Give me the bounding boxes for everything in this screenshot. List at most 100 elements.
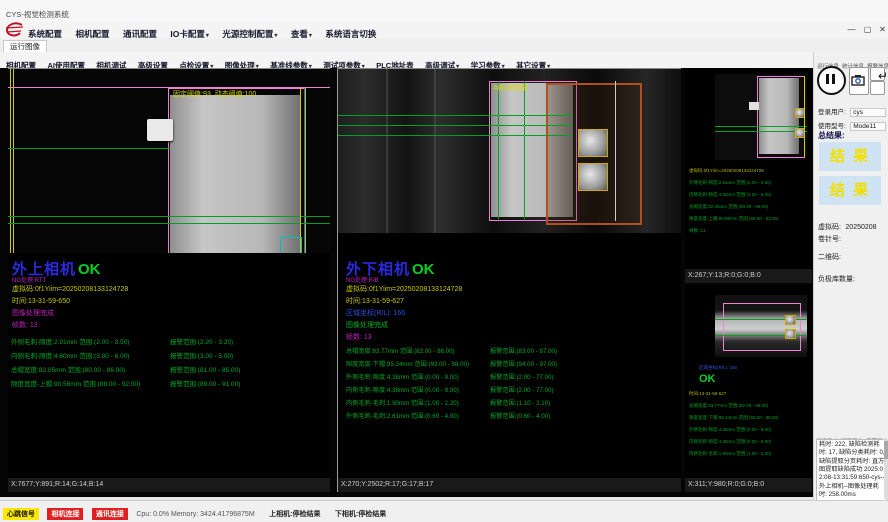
menu-item-view[interactable]: 查看▾ [291, 28, 312, 40]
time-line: 时间:13-31-59-650 [12, 296, 70, 306]
qr-code-label: 二维码: [818, 252, 841, 262]
thumb-ok-label: OK [699, 373, 716, 385]
roi-rect-pink [723, 303, 801, 351]
ai-overlay-label: AI检测图像 [493, 83, 528, 93]
window-title: CYS-视觉检测系统 [6, 9, 69, 20]
thumb-text-line: 隙度宽度-下帽:95.24mm 范围:(93.00 - 98.00) [689, 415, 779, 421]
thumb-text-line: 内侧毛刺-毛刺:1.90mm 范围:(1.00 - 2.20) [689, 451, 771, 457]
pixel-coords: X:7677;Y:891;R:14;G:14;B:14 [11, 481, 103, 488]
result-ok-label: OK [78, 261, 101, 278]
pause-button[interactable] [817, 66, 846, 95]
comm-connection-badge: 通讯连接 [92, 508, 128, 520]
measure-line-green [8, 223, 330, 224]
lower-camera-status: 下相机:停检结果 [335, 511, 386, 518]
log-scrollbar[interactable] [884, 439, 888, 499]
capture-button[interactable] [849, 67, 869, 95]
chevron-down-icon: ▾ [206, 33, 209, 39]
thumbnail-image-bottom[interactable] [715, 295, 807, 357]
camera-connection-badge: 相机连接 [47, 508, 83, 520]
measure-line-green [338, 135, 573, 136]
pixel-coords-bar: X:270;Y:2502;R:17;G:17;B:17 [338, 478, 681, 492]
pin-number-label: 卷针号: [818, 234, 841, 244]
camera-image-outer-upper[interactable]: 固定阈值:93, 动态阈值:100 [8, 68, 330, 253]
main-canvas: 固定阈值:93, 动态阈值:100 外上相机OK NG处理:RTT 虚拟码:0f… [0, 68, 813, 497]
sidebar: 运行信息统计信息报警信息 ↵ 登录用户: cys 使用型号: Mode11 总结… [813, 52, 888, 500]
log-text-area[interactable]: 耗时: 222, 缺陷检测耗时: 17, 缺陷分类耗时: 0, 缺陷提取分页耗时… [816, 439, 888, 501]
machine-edge-line [386, 69, 388, 233]
panel-camera-outer-upper[interactable]: 固定阈值:93, 动态阈值:100 外上相机OK NG处理:RTT 虚拟码:0f… [8, 68, 330, 492]
close-button[interactable]: ✕ [876, 24, 888, 36]
panel-camera-outer-lower[interactable]: AI检测图像 外下相机OK NG处理:R/B 虚拟码:0f1Yiim=20250… [337, 68, 681, 492]
barcode-line: 虚拟码:0f1Yiim=20250208133124728 [346, 284, 462, 294]
measure-line-green [715, 126, 807, 127]
menu-item-camera-config[interactable]: 相机配置 [75, 28, 109, 40]
thumb-text-line: 时间:13-31-59-627 [689, 391, 726, 397]
panel-thumbnail-bottom[interactable]: 区域坐标(R/L): 166 OK 时间:13-31-59-627 总帽宽度:8… [685, 285, 812, 492]
toolbar: 相机配置 AI使用配置 相机调试 高级设置 点检设置▾ 图像处理▾ 基准线参数▾… [0, 52, 813, 69]
return-arrow-button[interactable]: ↵ [878, 69, 888, 83]
menu-item-system-config[interactable]: 系统配置 [28, 28, 62, 40]
thumb-text-line: 总帽宽度:83.77mm 范围:(82.00 - 88.00) [689, 403, 768, 409]
frame-count-line: 帧数: 13 [12, 320, 38, 330]
yellow-guide-line [13, 69, 14, 253]
pixel-coords: X:267;Y:13;R:0;G:0;B:0 [688, 272, 761, 279]
menu-item-language[interactable]: 系统语言切换 [325, 28, 376, 40]
panel-thumbnail-top[interactable]: 虚拟码:0f1Yiim=20250208133124728 外侧毛刺-隙度:2.… [685, 68, 812, 283]
tab-row: 运行图像 [0, 39, 888, 53]
process-done-line: 图像处理完成 [12, 308, 54, 318]
measurement-row: 内侧毛刺-隙度:4.60mm 范围:(3.00 - 6.00) 报警范围:(3.… [8, 350, 330, 363]
measurement-row: 外侧毛刺-隙度:4.38mm 范围:(0.00 - 9.00) 报警范围:(2.… [338, 372, 681, 385]
total-result-label: 总结果: [818, 130, 845, 141]
minimize-button[interactable]: — [845, 24, 858, 36]
tab-connector-image [147, 119, 173, 141]
weld-spot-image [785, 329, 796, 339]
measurement-row: 内侧毛刺-隙度:4.38mm 范围:(0.00 - 9.00) 报警范围:(2.… [338, 385, 681, 398]
mini-button-bottom[interactable] [870, 81, 885, 95]
result-block-lower: 结 果 [819, 176, 881, 205]
measurement-row: 外侧毛刺-毛刺:2.61mm 范围:(0.60 - 4.00) 报警范围:(0.… [338, 411, 681, 424]
log-scrollbar-thumb[interactable] [884, 441, 888, 459]
thumb-text-line: 虚拟码:0f1Yiim=20250208133124728 [689, 168, 764, 174]
maximize-button[interactable]: ▢ [861, 24, 874, 36]
thumb-text-line: 外侧毛刺-隙度:4.38mm 范围:(0.00 - 9.00) [689, 427, 771, 433]
roi-rect-pink [168, 88, 306, 253]
measure-line-green [715, 131, 807, 132]
weld-spot-image [578, 129, 608, 157]
camera-image-outer-lower[interactable]: AI检测图像 [338, 68, 681, 233]
region-coords-line: 区域坐标(R/L): 166 [346, 308, 405, 318]
edge-line-white [615, 81, 616, 221]
chevron-down-icon: ▾ [274, 33, 277, 39]
app-logo-icon [5, 22, 25, 38]
thumb-text-line: 内侧毛刺-隙度:4.38mm 范围:(0.00 - 9.00) [689, 439, 771, 445]
pause-icon [832, 74, 835, 84]
measurement-row: 总帽宽度:83.77mm 范围:(82.00 - 88.00) 报警范围:(83… [338, 346, 681, 359]
measure-line-green [338, 125, 573, 126]
menu-bar: 系统配置 相机配置 通讯配置 IO卡配置▾ 光源控制配置▾ 查看▾ 系统语言切换… [0, 22, 888, 39]
pixel-coords: X:311;Y:980;R:0;G:0;B:0 [688, 481, 764, 488]
virtual-code-value: 20250208 [845, 224, 876, 231]
menu-item-io-config[interactable]: IO卡配置▾ [170, 28, 209, 40]
thumbnail-image-top[interactable] [715, 74, 807, 160]
measure-line-green-vertical [524, 81, 525, 219]
process-done-line: 图像处理完成 [346, 320, 388, 330]
camera-icon [851, 74, 865, 86]
pixel-coords-bar: X:311;Y:980;R:0;G:0;B:0 [685, 478, 812, 492]
threshold-overlay-label: 固定阈值:93, 动态阈值:100 [173, 89, 256, 99]
measurement-row: 隙度宽度-上帽:90.56mm 范围:(88.00 - 92.00) 报警范围:… [8, 378, 330, 391]
virtual-code-label: 虚拟码: [818, 224, 841, 231]
ng-line: NG处理:RTT [12, 275, 46, 284]
menu-item-light-config[interactable]: 光源控制配置▾ [222, 28, 277, 40]
pixel-coords: X:270;Y:2502;R:17;G:17;B:17 [341, 481, 433, 488]
measure-line-green [8, 148, 170, 149]
heartbeat-badge: 心跳信号 [3, 508, 39, 520]
upper-camera-status: 上相机:停检结果 [269, 511, 320, 518]
menu-item-comm-config[interactable]: 通讯配置 [123, 28, 157, 40]
model-value[interactable]: Mode11 [850, 122, 886, 131]
status-bar: 心跳信号 相机连接 通讯连接 Cpu: 0.0% Memory: 3424.41… [0, 500, 888, 522]
pixel-coords-bar: X:7677;Y:891;R:14;G:14;B:14 [8, 478, 330, 492]
weld-spot-image [578, 163, 608, 191]
tab-connector-image [749, 102, 759, 110]
weld-spot-image [785, 315, 796, 325]
app-window: CYS-视觉检测系统 系统配置 相机配置 通讯配置 IO卡配置▾ 光源控制配置▾… [0, 0, 888, 522]
ng-line: NG处理:R/B [346, 275, 379, 284]
